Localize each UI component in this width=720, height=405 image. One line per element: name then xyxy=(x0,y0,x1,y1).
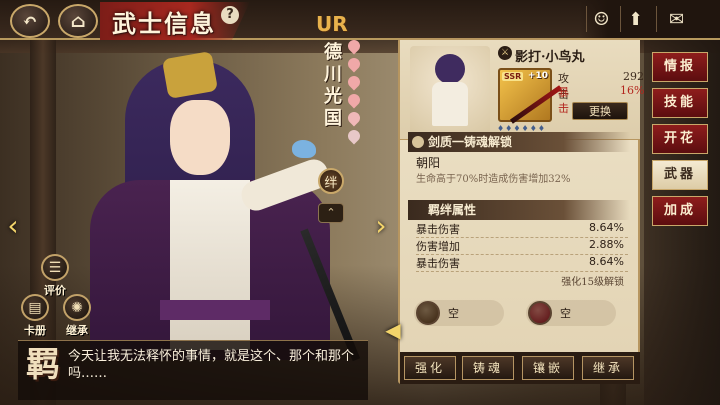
petal-icon xyxy=(345,127,363,145)
weapon-inherit-button[interactable]: 继承 xyxy=(582,356,634,380)
petal-icon xyxy=(345,91,363,109)
weapon-panel: ⚔ 影打·小鸟丸 SSR +10 ♦♦♦♦♦♦ 攻击 292 暴击 16% 更换… xyxy=(398,38,644,384)
previous-character-arrow[interactable]: ‹ xyxy=(4,205,22,245)
soul-icon xyxy=(412,136,424,148)
weapon-type-icon: ⚔ xyxy=(498,46,512,60)
soul-skill-title: 朝阳 xyxy=(416,156,441,170)
up-arrow-icon[interactable]: ⬆ xyxy=(620,6,650,32)
inlay-button[interactable]: 镶嵌 xyxy=(522,356,574,380)
tab-weapon[interactable]: 武器 xyxy=(652,160,708,190)
card-album-button[interactable]: ▤ 卡册 xyxy=(16,294,54,338)
petal-icon xyxy=(345,109,363,127)
petal-icon xyxy=(345,37,363,55)
blade-icon xyxy=(509,85,563,124)
inherit-button[interactable]: ✺ 继承 xyxy=(58,294,96,338)
weapon-card[interactable]: SSR +10 xyxy=(498,68,563,124)
next-character-arrow[interactable]: › xyxy=(372,205,390,245)
castle-icon: ⌂ xyxy=(70,10,86,32)
soul-section-header: 剑质一铸魂解锁 xyxy=(408,132,630,152)
weapon-action-bar: 强化 铸魂 镶嵌 继承 xyxy=(400,352,640,384)
bond-attr-row: 伤害增加 2.88% xyxy=(416,238,628,255)
petal-icon xyxy=(345,73,363,91)
review-icon: ☰ xyxy=(41,254,69,281)
help-button[interactable]: ? xyxy=(221,6,239,24)
petal-icon xyxy=(345,55,363,73)
dialogue-seal: 羁 xyxy=(26,344,60,385)
character-name: 德川光国 xyxy=(324,42,342,129)
dialogue-text: 今天让我无法释怀的事情，就是这个、那个和那个吗…… xyxy=(68,349,355,381)
gem-slot-2[interactable]: 空 xyxy=(526,300,616,326)
tab-bonus[interactable]: 加成 xyxy=(652,196,708,226)
back-arrow-icon: ↶ xyxy=(22,10,38,32)
costume-toggle-icon[interactable]: ⌃ xyxy=(318,203,344,223)
back-button[interactable]: ↶ xyxy=(10,4,50,38)
chibi-portrait xyxy=(410,46,490,134)
gem-slot-1[interactable]: 空 xyxy=(414,300,504,326)
review-button[interactable]: ☰ 评价 xyxy=(36,254,74,298)
weapon-level: +10 xyxy=(527,71,548,81)
forge-soul-button[interactable]: 铸魂 xyxy=(462,356,514,380)
weapon-header: ⚔ 影打·小鸟丸 SSR +10 ♦♦♦♦♦♦ 攻击 292 暴击 16% 更换 xyxy=(400,40,644,140)
home-button[interactable]: ⌂ xyxy=(58,4,98,38)
mail-icon[interactable]: ✉ xyxy=(656,6,696,32)
bond-section-header: 羁绊属性 xyxy=(408,200,630,220)
tab-info[interactable]: 情报 xyxy=(652,52,708,82)
rarity-badge: UR xyxy=(316,12,348,36)
weapon-name: 影打·小鸟丸 xyxy=(515,50,585,65)
page-title: 武士信息 xyxy=(112,9,216,38)
bond-attr-row: 暴击伤害 8.64% xyxy=(416,221,628,238)
gem-slot-icon xyxy=(528,301,552,325)
soul-skill-desc: 生命高于70%时造成伤害增加32% xyxy=(416,174,571,185)
swap-weapon-button[interactable]: 更换 xyxy=(572,102,628,120)
inherit-icon: ✺ xyxy=(63,294,91,321)
bird-icon xyxy=(292,140,316,158)
character-portrait xyxy=(70,40,361,362)
panel-collapse-arrow[interactable]: ◀ xyxy=(384,310,402,350)
bond-badge[interactable]: 绊 xyxy=(318,168,344,194)
gem-slot-icon xyxy=(416,301,440,325)
bond-attr-row: 暴击伤害 8.64% xyxy=(416,255,628,272)
character-icon[interactable]: ☺ xyxy=(586,6,616,32)
tab-blossom[interactable]: 开花 xyxy=(652,124,708,154)
card-album-icon: ▤ xyxy=(21,294,49,321)
top-right-bar: ☺ ⬆ ✉ xyxy=(580,0,720,38)
star-petals xyxy=(345,37,363,148)
enhance-button[interactable]: 强化 xyxy=(404,356,456,380)
unlock-note: 强化15级解锁 xyxy=(561,277,624,288)
tab-skills[interactable]: 技能 xyxy=(652,88,708,118)
weapon-rarity: SSR xyxy=(502,72,524,81)
